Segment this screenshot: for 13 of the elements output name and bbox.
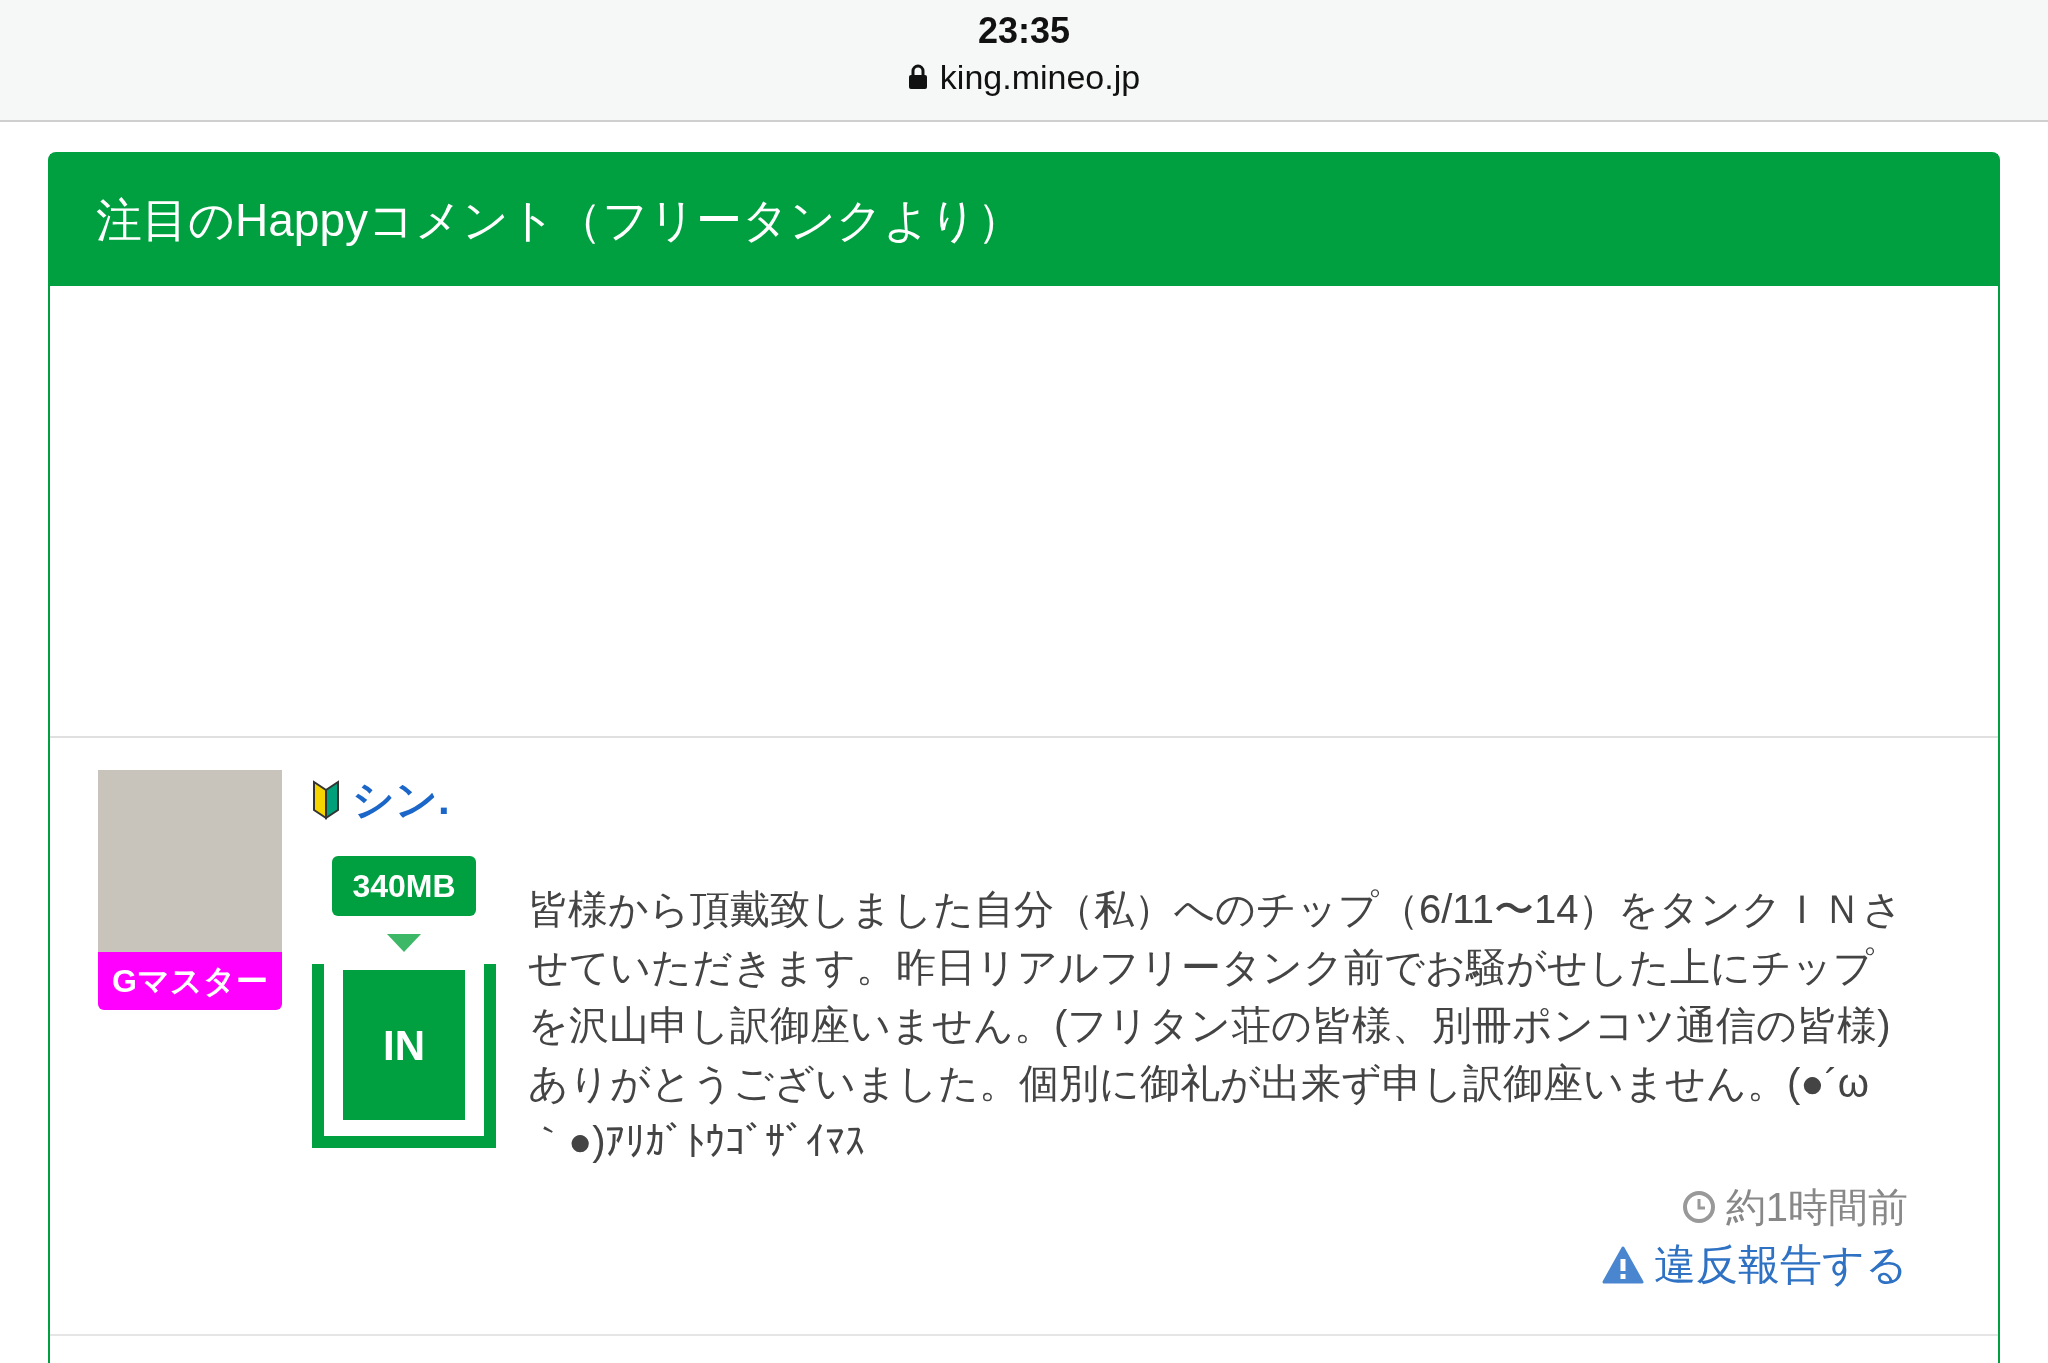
comment-text: 皆様から頂戴致しました自分（私）へのチップ（6/11〜14）をタンクＩＮさせていただきます。昨日リアルフリータンク前でお騒がせした上にチップを沢山申し訳御座いません。(フリタン荘の皆様、別冊ポンコツ通信の皆様)ありがとうございました。個別に御礼が出来ず申し訳御座いません。(●´ω｀●)ｱﾘｶﾞﾄｳｺﾞｻﾞｲﾏｽ <box>528 886 1905 1165</box>
panel-title: 注目のHappyコメント（フリータンクより） <box>96 192 1023 248</box>
down-triangle-icon <box>387 934 421 952</box>
clock-time: 23:35 <box>977 9 1071 53</box>
data-amount-badge: 340MB <box>332 856 476 916</box>
user-name-link[interactable]: シン. <box>352 776 450 824</box>
clock-icon <box>1681 1190 1716 1224</box>
page-url[interactable]: king.mineo.jp <box>939 54 1141 100</box>
post-time: 約1時間前 <box>1725 1184 1908 1231</box>
warning-icon <box>1602 1246 1644 1284</box>
rank-badge: Gマスター <box>98 952 282 1010</box>
report-link[interactable]: 違反報告する <box>1602 1236 1908 1294</box>
direction-label: IN <box>383 1020 425 1071</box>
